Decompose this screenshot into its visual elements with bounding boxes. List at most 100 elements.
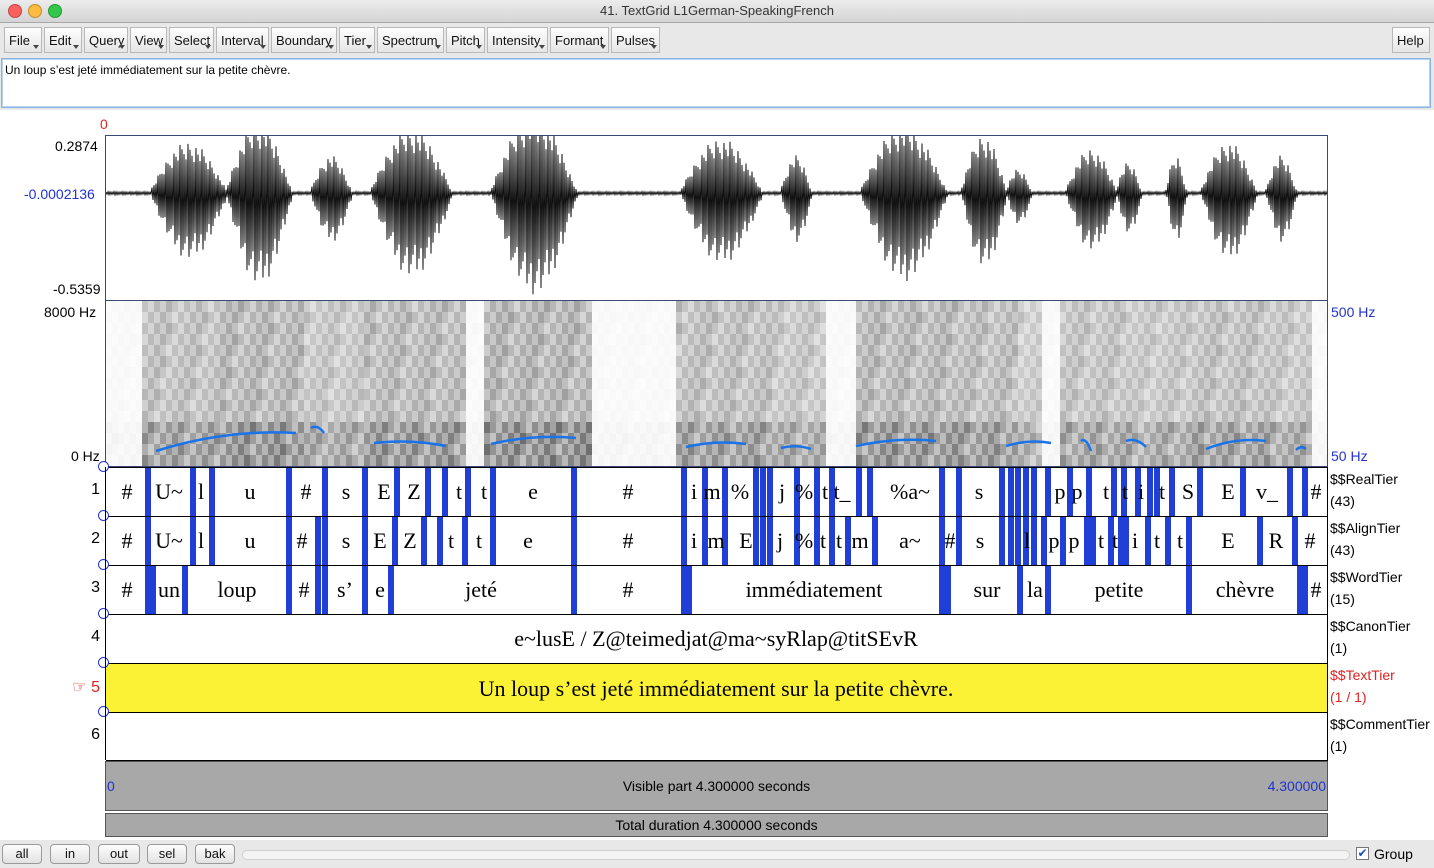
interval-boundary[interactable] <box>681 517 687 565</box>
interval-boundary[interactable] <box>465 468 471 516</box>
interval-boundary[interactable] <box>209 468 215 516</box>
interval-label[interactable]: loup <box>217 577 256 602</box>
interval-boundary[interactable] <box>1008 468 1014 516</box>
interval-boundary[interactable] <box>1240 468 1246 516</box>
interval-label[interactable]: # <box>297 528 308 553</box>
interval-boundary[interactable] <box>1045 468 1051 516</box>
interval-label[interactable]: i <box>691 528 697 553</box>
tier-6-circle-icon[interactable] <box>98 706 109 717</box>
interval-boundary[interactable] <box>956 468 962 516</box>
interval-boundary[interactable] <box>1015 468 1021 516</box>
interval-label[interactable]: t <box>448 528 454 553</box>
interval-label[interactable]: t <box>1154 528 1160 553</box>
menu-query[interactable]: Query <box>84 27 128 53</box>
interval-label[interactable]: E <box>1221 528 1234 553</box>
interval-boundary[interactable] <box>1031 517 1037 565</box>
interval-label[interactable]: m <box>851 528 868 553</box>
visible-part-bar[interactable]: 0 Visible part 4.300000 seconds 4.300000 <box>105 761 1328 811</box>
menu-boundary[interactable]: Boundary <box>271 27 337 53</box>
interval-boundary[interactable] <box>571 566 577 614</box>
interval-boundary[interactable] <box>760 517 766 565</box>
interval-label[interactable]: v_ <box>1256 479 1279 504</box>
interval-boundary[interactable] <box>1084 517 1090 565</box>
interval-label[interactable]: t <box>456 479 462 504</box>
interval-boundary[interactable] <box>362 517 368 565</box>
interval-boundary[interactable] <box>442 468 448 516</box>
interval-boundary[interactable] <box>322 517 328 565</box>
interval-label[interactable]: p <box>1049 528 1060 553</box>
interval-label[interactable]: t <box>1103 479 1109 504</box>
interval-label[interactable]: a~ <box>899 528 921 553</box>
interval-label[interactable]: % <box>731 479 749 504</box>
interval-label[interactable]: Z <box>403 528 416 553</box>
interval-label[interactable]: U~ <box>155 528 183 553</box>
zoom-in-button[interactable]: in <box>50 844 90 864</box>
interval-label[interactable]: chèvre <box>1216 577 1275 602</box>
menu-tier[interactable]: Tier <box>339 27 375 53</box>
interval-boundary[interactable] <box>190 517 196 565</box>
interval-label[interactable]: t <box>1177 528 1183 553</box>
interval-label[interactable]: # <box>301 479 312 504</box>
tier-1[interactable]: # U~ l u # s E Zt t e # i m% j% t t_ %a~ s p p t t i t S Ev_ # <box>106 467 1328 516</box>
interval-label[interactable]: u <box>245 528 256 553</box>
horizontal-scrollbar[interactable] <box>242 850 1350 860</box>
interval-label[interactable]: # <box>1311 577 1322 602</box>
menu-interval[interactable]: Interval <box>216 27 269 53</box>
interval-label[interactable]: # <box>945 528 956 553</box>
interval-boundary[interactable] <box>145 468 151 516</box>
interval-label[interactable]: # <box>623 528 634 553</box>
interval-boundary[interactable] <box>1169 468 1175 516</box>
interval-label[interactable]: # <box>1305 528 1316 553</box>
interval-label[interactable]: s <box>342 528 351 553</box>
menu-view[interactable]: View <box>130 27 167 53</box>
interval-label[interactable]: un <box>158 577 180 602</box>
interval-boundary[interactable] <box>999 517 1005 565</box>
interval-label[interactable]: S <box>1182 479 1194 504</box>
interval-boundary[interactable] <box>767 468 773 516</box>
interval-boundary[interactable] <box>1186 517 1192 565</box>
interval-boundary[interactable] <box>437 517 443 565</box>
interval-boundary[interactable] <box>767 517 773 565</box>
interval-boundary[interactable] <box>1147 468 1153 516</box>
interval-label[interactable]: E <box>1221 479 1234 504</box>
interval-label[interactable]: Z <box>407 479 420 504</box>
interval-boundary[interactable] <box>686 566 692 614</box>
interval-boundary[interactable] <box>1041 517 1047 565</box>
zoom-all-button[interactable]: all <box>2 844 42 864</box>
menu-spectrum[interactable]: Spectrum <box>377 27 444 53</box>
interval-boundary[interactable] <box>856 468 862 516</box>
interval-label[interactable]: % <box>795 479 813 504</box>
interval-label[interactable]: e <box>528 479 538 504</box>
interval-boundary[interactable] <box>753 468 759 516</box>
interval-boundary[interactable] <box>425 468 431 516</box>
interval-boundary[interactable] <box>286 517 292 565</box>
menu-select[interactable]: Select <box>169 27 214 53</box>
interval-boundary[interactable] <box>394 468 400 516</box>
interval-boundary[interactable] <box>462 517 468 565</box>
interval-label[interactable]: e <box>523 528 533 553</box>
interval-label[interactable]: sur <box>974 577 1002 602</box>
waveform-panel[interactable] <box>105 115 1328 301</box>
interval-boundary[interactable] <box>945 566 951 614</box>
interval-boundary[interactable] <box>1017 566 1023 614</box>
tier-4[interactable]: e~lusE / Z@teimedjat@ma~syRlap@titSEvR <box>106 614 1328 663</box>
interval-boundary[interactable] <box>1045 566 1051 614</box>
menu-pitch[interactable]: Pitch <box>446 27 485 53</box>
interval-boundary[interactable] <box>209 517 215 565</box>
interval-label[interactable]: jeté <box>464 577 497 602</box>
interval-boundary[interactable] <box>421 517 427 565</box>
interval-label[interactable]: s <box>975 479 984 504</box>
interval-label[interactable]: s’ <box>337 577 353 602</box>
interval-label[interactable]: t <box>1122 479 1128 504</box>
interval-boundary[interactable] <box>1302 566 1308 614</box>
help-menu[interactable]: Help <box>1392 27 1430 53</box>
menu-edit[interactable]: Edit <box>44 27 82 53</box>
interval-boundary[interactable] <box>1023 468 1029 516</box>
interval-label[interactable]: %a~ <box>890 479 930 504</box>
interval-label[interactable]: la <box>1027 577 1043 602</box>
interval-boundary[interactable] <box>1111 468 1117 516</box>
interval-boundary[interactable] <box>1060 517 1066 565</box>
interval-label[interactable]: # <box>122 479 133 504</box>
menu-file[interactable]: File <box>4 27 42 53</box>
interval-boundary[interactable] <box>867 468 873 516</box>
